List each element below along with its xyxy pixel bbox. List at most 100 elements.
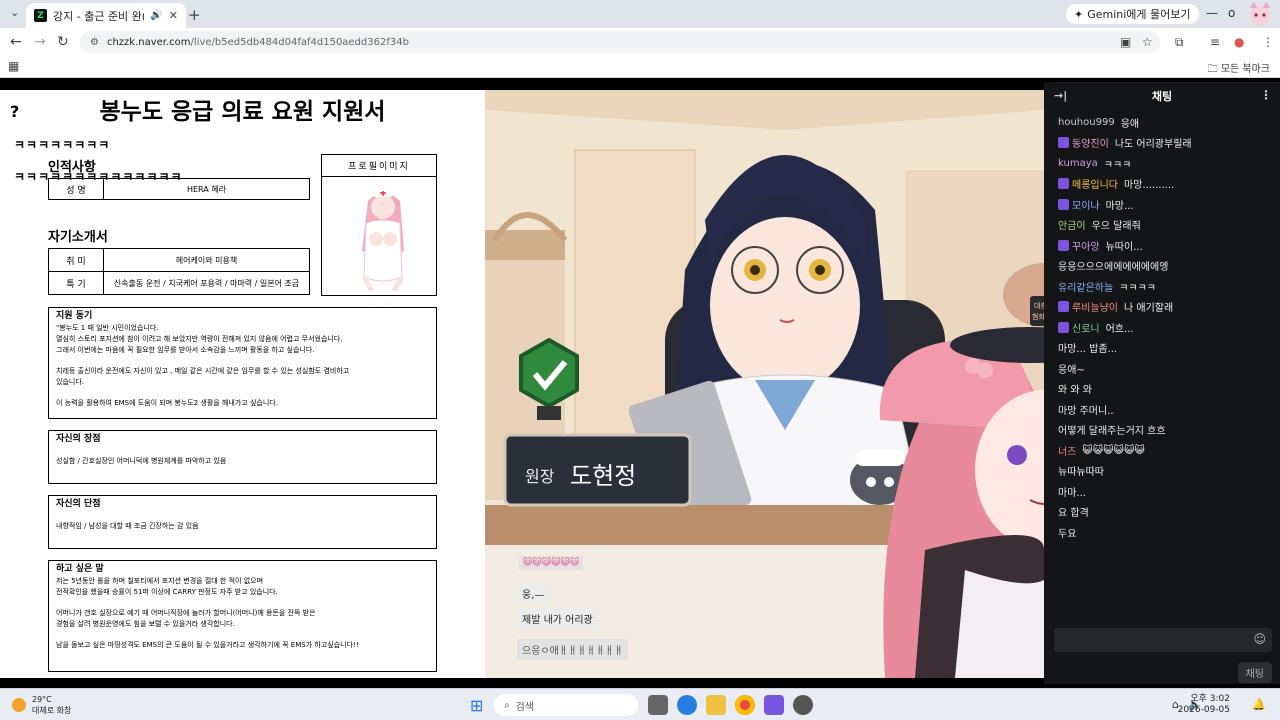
url-field[interactable]: ⚙ chzzk.naver.com/live/b5ed5db484d04faf4… — [80, 31, 1160, 53]
minimize-button[interactable]: — — [1206, 6, 1218, 20]
active-tab[interactable]: Z 강지 - 출근 준비 완(ﾟㅁﾟ; 🔊 ✕ — [26, 3, 186, 28]
motivation-line: "봉누도 1 때 일반 시민이었습니다. — [56, 324, 159, 332]
closing-line: 전적확인을 했을때 승률이 51퍼 이상에 CARRY 판정도 자주 받고 있습… — [56, 588, 278, 596]
extensions-icon[interactable]: ⧉ — [1175, 35, 1184, 50]
closing-remarks-header: 하고 싶은 말 — [56, 564, 104, 574]
copilot-icon[interactable] — [764, 695, 784, 715]
profile-character-icon — [1250, 2, 1270, 26]
task-view-icon[interactable] — [648, 695, 668, 715]
chat-message: houhou999 응애 — [1044, 112, 1280, 133]
chat-nickname[interactable]: 너즈 — [1058, 443, 1076, 458]
chat-nickname[interactable]: 안금이 — [1058, 217, 1086, 232]
chat-nickname[interactable]: 동양진이 — [1072, 135, 1109, 150]
chat-more-icon[interactable]: ⋮ — [1260, 88, 1272, 102]
chat-message: 마망 주머니.. — [1044, 399, 1280, 420]
chrome-icon[interactable] — [735, 695, 755, 715]
weakness-header: 자신의 단점 — [56, 499, 101, 509]
chat-message: 신로니 어흐... — [1044, 317, 1280, 338]
chat-text: 두요 — [1058, 528, 1077, 540]
chat-message: 응애~ — [1044, 358, 1280, 379]
tab-close-icon[interactable]: ✕ — [169, 9, 178, 22]
all-bookmarks-link[interactable]: 🗀 모든 북마크 — [1208, 60, 1270, 79]
chat-nickname[interactable]: 꾸아앙 — [1072, 238, 1100, 253]
closing-line: 저는 5년동안 롤을 하며 칠포티에서 포지션 변경을 절대 한 적이 없으며 — [56, 577, 264, 585]
search-icon: ⌕ — [504, 699, 510, 711]
chat-text: 마망 주머니.. — [1058, 405, 1114, 417]
chat-text: 마망... 밥좀... — [1058, 344, 1118, 356]
chat-message: 유리같은하늘 ㅋㅋㅋㅋ — [1044, 276, 1280, 297]
subtitle-line-1: 웅,— — [517, 583, 550, 604]
subscriber-badge-icon — [1058, 321, 1069, 333]
chat-title: 채팅 — [1151, 90, 1173, 103]
edge-icon[interactable] — [677, 695, 697, 715]
chat-panel: →| 채팅 ⋮ houhou999 응애 동양진이 나도 어리광부릴래 kumaya ㅋㅋ… — [1044, 82, 1280, 684]
chat-nickname[interactable]: 루비늘냥이 — [1072, 299, 1118, 314]
chat-input[interactable]: ☺ — [1054, 628, 1272, 652]
chat-header: →| 채팅 ⋮ — [1044, 82, 1280, 110]
start-windows-icon[interactable]: ⊞ — [470, 696, 483, 715]
menu-kebab-icon[interactable]: ⋮ — [1262, 35, 1274, 49]
apps-grid-icon[interactable]: ▦ — [8, 59, 19, 73]
strength-header: 자신의 장점 — [56, 434, 101, 444]
chat-text: 😺😺😺😺😺😺 — [1082, 444, 1145, 456]
chat-nickname[interactable]: 신로니 — [1072, 320, 1100, 335]
screen-share-icon[interactable]: ▣ — [1120, 35, 1131, 49]
chat-message: 와 와 와 — [1044, 379, 1280, 400]
chat-nickname[interactable]: houhou999 — [1058, 117, 1115, 128]
chat-message: 동양진이 나도 어리광부릴래 — [1044, 133, 1280, 154]
weather-widget[interactable]: 29°C 대체로 화창 — [12, 694, 71, 716]
chat-text: 마망.......... — [1124, 180, 1175, 192]
profile-avatar-icon[interactable]: ● — [1234, 35, 1244, 49]
site-info-icon[interactable]: ⚙ — [90, 37, 99, 48]
chat-message-list[interactable]: houhou999 응애 동양진이 나도 어리광부릴래 kumaya ㅋㅋㅋ 메롱입니다 마망… — [1044, 112, 1280, 543]
weakness-section: 자신의 단점 내향적임 / 남성을 대할 때 조금 긴장하는 감 있음 — [48, 495, 437, 549]
closing-remarks-section: 하고 싶은 말 저는 5년동안 롤을 하며 칠포티에서 포지션 변경을 절대 한… — [48, 560, 437, 672]
gemini-button[interactable]: ✦ Gemini에게 물어보기 — [1066, 4, 1199, 24]
document-title: 봉누도 응급 의료 요원 지원서 — [99, 99, 386, 125]
chat-text: 뉴따뉴따따 — [1058, 467, 1104, 479]
bookmarks-bar: ▦ 🗀 모든 북마크 — [0, 56, 1280, 78]
forward-icon[interactable]: → — [34, 34, 46, 50]
emote-subtitle: 😺😺😺😺😺😺 — [519, 556, 584, 570]
folder-icon: 🗀 — [1207, 64, 1218, 75]
notification-bell-icon[interactable]: 🔔 — [1252, 698, 1266, 711]
taskbar-search[interactable]: ⌕ 검색 — [494, 694, 638, 716]
reading-list-icon[interactable]: ≡ — [1210, 35, 1220, 49]
speaker-icon[interactable]: 🔊 — [150, 10, 162, 21]
back-icon[interactable]: ← — [10, 34, 22, 50]
tab-bar: ⌄ Z 강지 - 출근 준비 완(ﾟㅁﾟ; 🔊 ✕ + ✦ Gemini에게 물… — [0, 0, 1280, 28]
new-tab-button[interactable]: + — [188, 6, 201, 24]
strength-text: 성실함 / 간호실장인 어머니덕에 병원체계를 파악하고 있음 — [56, 457, 227, 465]
weakness-text: 내향적임 / 남성을 대할 때 조금 긴장하는 감 있음 — [56, 522, 199, 530]
reload-icon[interactable]: ↻ — [57, 34, 69, 50]
restore-button[interactable]: o — [1228, 6, 1235, 20]
collapse-chat-icon[interactable]: →| — [1054, 89, 1067, 102]
closing-line: 경험을 살려 병원운영에도 힘을 보탤 수 있을거라 생각합니다. — [56, 620, 235, 628]
chat-text: 요 합격 — [1058, 508, 1089, 520]
chat-nickname[interactable]: 유리같은하늘 — [1058, 279, 1113, 294]
chat-text: 응애~ — [1058, 364, 1085, 376]
hobby-value: 헤어케이와 미용책 — [103, 248, 310, 272]
chat-nickname[interactable]: 메롱입니다 — [1072, 176, 1118, 191]
tab-title: 강지 - 출근 준비 완(ﾟㅁﾟ; — [53, 9, 144, 23]
settings-gear-icon[interactable] — [793, 695, 813, 715]
skill-value: 신속출동 운전 / 치국케어 포용력 / 마마력 / 일본어 조금 — [103, 271, 310, 295]
emoji-icon[interactable]: ☺ — [1253, 632, 1266, 646]
tab-search-icon[interactable]: ⌄ — [10, 6, 19, 19]
chat-nickname[interactable]: kumaya — [1058, 158, 1098, 169]
self-intro-header: 자기소개서 — [48, 230, 108, 245]
svg-text:혐화이: 혐화이 — [1032, 312, 1044, 321]
url-site: chzzk.naver.com — [106, 36, 191, 48]
chat-text: 어떻게 달래주는거지 흐흐 — [1058, 426, 1166, 438]
subscriber-badge-icon — [1058, 137, 1069, 149]
system-clock[interactable]: 오후 3:02 2026-09-05 — [1178, 694, 1230, 716]
chat-nickname[interactable]: 모이나 — [1072, 197, 1100, 212]
bookmark-star-icon[interactable]: ☆ — [1142, 35, 1153, 49]
application-document: ? 봉누도 응급 의료 요원 지원서 인적사항 ㅋㅋㅋㅋㅋㅋㅋㅋ ㅋㅋㅋㅋㅋㅋㅋ… — [0, 90, 485, 678]
stream-scene: 원장 도현정 대충 혐화이 😺😺😺😺😺😺 웅,— 제발 — [485, 90, 1044, 678]
chat-message: 응응으으으에에에에에에엥 — [1044, 256, 1280, 277]
file-explorer-icon[interactable] — [706, 695, 726, 715]
skill-label: 특 기 — [48, 271, 104, 295]
chat-text: 나도 어리광부릴래 — [1114, 139, 1192, 151]
chat-send-button[interactable]: 채팅 — [1237, 662, 1272, 683]
